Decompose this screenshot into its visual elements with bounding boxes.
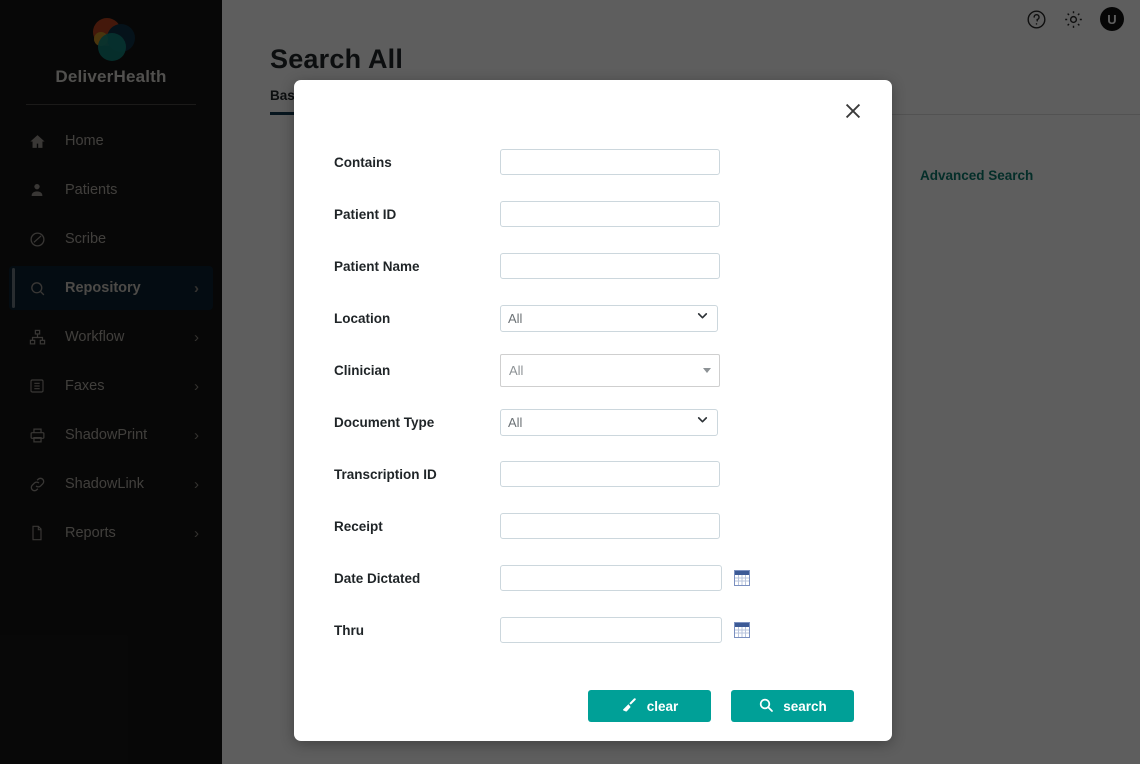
- field-label: Receipt: [334, 518, 383, 534]
- field-row-receipt: Receipt: [294, 500, 892, 552]
- field-control: All: [500, 408, 718, 436]
- search-modal: Contains Patient ID Patient Name Locatio…: [294, 80, 892, 741]
- modal-actions: clear search: [294, 656, 892, 722]
- field-label: Date Dictated: [334, 570, 421, 586]
- field-control: [500, 253, 720, 279]
- date-dictated-input[interactable]: [500, 565, 722, 591]
- field-label: Location: [334, 310, 391, 326]
- field-row-clinician: Clinician All: [294, 344, 892, 396]
- search-button[interactable]: search: [731, 690, 854, 722]
- search-form: Contains Patient ID Patient Name Locatio…: [294, 80, 892, 722]
- field-control: [500, 617, 751, 643]
- field-row-contains: Contains: [294, 136, 892, 188]
- clinician-combobox[interactable]: All: [500, 353, 720, 387]
- field-row-document-type: Document Type All: [294, 396, 892, 448]
- transcription-id-input[interactable]: [500, 461, 720, 487]
- app-root: DeliverHealth Home Patients: [0, 0, 1140, 764]
- field-label: Transcription ID: [334, 466, 437, 482]
- search-button-label: search: [783, 698, 827, 714]
- document-type-select[interactable]: All: [500, 408, 718, 436]
- calendar-icon[interactable]: [734, 570, 751, 587]
- calendar-icon[interactable]: [734, 622, 751, 639]
- field-row-thru: Thru: [294, 604, 892, 656]
- field-label: Patient ID: [334, 206, 397, 222]
- field-control: [500, 149, 720, 175]
- field-label: Document Type: [334, 414, 435, 430]
- broom-icon: [621, 696, 638, 716]
- field-label: Contains: [334, 154, 392, 170]
- field-control: [500, 565, 751, 591]
- field-row-patient-name: Patient Name: [294, 240, 892, 292]
- field-control: All: [500, 353, 720, 387]
- clear-button[interactable]: clear: [588, 690, 711, 722]
- patient-id-input[interactable]: [500, 201, 720, 227]
- field-label: Patient Name: [334, 258, 420, 274]
- location-select[interactable]: All: [500, 304, 718, 332]
- field-row-date-dictated: Date Dictated: [294, 552, 892, 604]
- caret-down-icon: [703, 367, 711, 373]
- field-label: Thru: [334, 622, 364, 638]
- clear-button-label: clear: [646, 698, 679, 714]
- patient-name-input[interactable]: [500, 253, 720, 279]
- field-row-location: Location All: [294, 292, 892, 344]
- field-row-patient-id: Patient ID: [294, 188, 892, 240]
- receipt-input[interactable]: [500, 513, 720, 539]
- field-row-transcription-id: Transcription ID: [294, 448, 892, 500]
- field-label: Clinician: [334, 362, 391, 378]
- contains-input[interactable]: [500, 149, 720, 175]
- field-control: All: [500, 304, 718, 332]
- search-icon: [758, 697, 774, 716]
- field-control: [500, 513, 720, 539]
- thru-input[interactable]: [500, 617, 722, 643]
- clinician-value: All: [509, 362, 524, 378]
- close-icon[interactable]: [840, 98, 866, 124]
- field-control: [500, 201, 720, 227]
- field-control: [500, 461, 720, 487]
